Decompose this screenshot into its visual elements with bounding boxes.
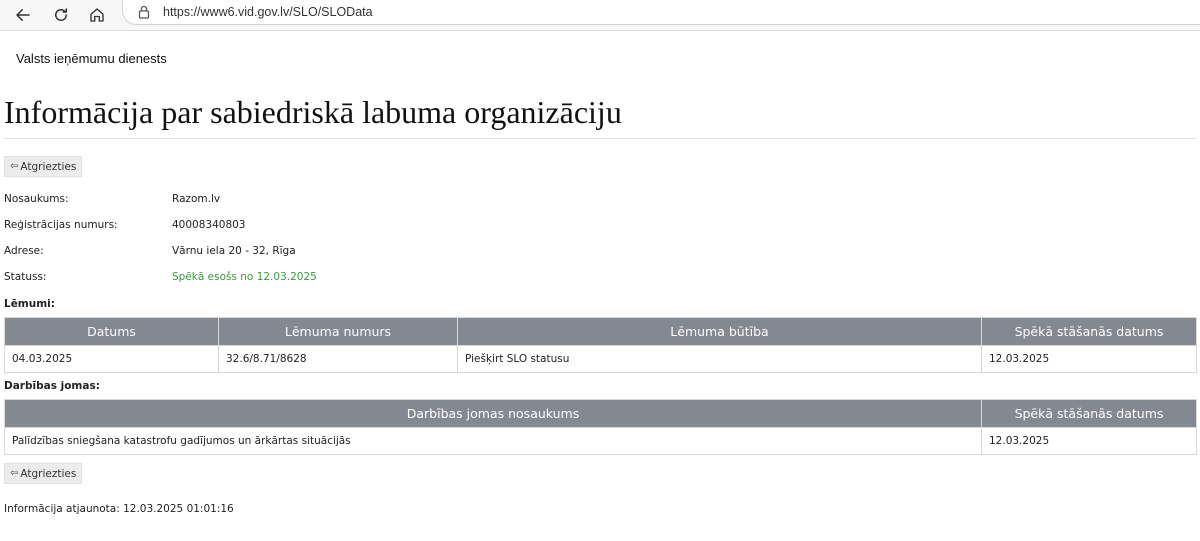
left-arrow-icon: ⇦ [10, 161, 19, 172]
back-button-label: Atgriezties [20, 160, 77, 173]
address-label: Adrese: [4, 245, 44, 257]
table-row: Palīdzības sniegšana katastrofu gadījumo… [4, 427, 1197, 455]
column-header: Datums [4, 317, 219, 346]
registration-value: 40008340803 [172, 219, 246, 231]
home-icon[interactable] [84, 2, 110, 28]
effective-date-cell: 12.03.2025 [981, 345, 1197, 373]
back-button-bottom[interactable]: ⇦ Atgriezties [4, 463, 83, 484]
decisions-header-row: Datums Lēmuma numurs Lēmuma būtība Spēkā… [4, 317, 1197, 346]
table-row: 04.03.2025 32.6/8.71/8628 Piešķirt SLO s… [4, 345, 1197, 373]
column-header: Spēkā stāšanās datums [981, 399, 1197, 428]
decision-date-cell: 04.03.2025 [4, 345, 219, 373]
back-button-label: Atgriezties [20, 467, 77, 480]
status-label: Statuss: [4, 271, 47, 283]
browser-toolbar: https://www6.vid.gov.lv/SLO/SLOData [0, 0, 1200, 31]
decisions-heading: Lēmumi: [4, 298, 55, 310]
url-text[interactable]: https://www6.vid.gov.lv/SLO/SLOData [163, 5, 373, 19]
effective-date-cell: 12.03.2025 [981, 427, 1197, 455]
back-arrow-icon[interactable] [10, 2, 36, 28]
column-header: Lēmuma numurs [218, 317, 458, 346]
status-value: Spēkā esošs no 12.03.2025 [172, 271, 317, 283]
name-value: Razom.lv [172, 193, 221, 205]
activities-heading: Darbības jomas: [4, 380, 100, 392]
last-updated: Informācija atjaunota: 12.03.2025 01:01:… [4, 503, 234, 515]
left-arrow-icon: ⇦ [10, 468, 19, 479]
reload-icon[interactable] [48, 2, 74, 28]
address-bar[interactable]: https://www6.vid.gov.lv/SLO/SLOData [122, 0, 1200, 25]
decision-number-cell: 32.6/8.71/8628 [218, 345, 458, 373]
back-button-top[interactable]: ⇦ Atgriezties [4, 156, 83, 177]
activity-name-cell: Palīdzības sniegšana katastrofu gadījumo… [4, 427, 982, 455]
address-value: Vārnu iela 20 - 32, Rīga [172, 245, 296, 257]
decision-essence-cell: Piešķirt SLO statusu [457, 345, 982, 373]
column-header: Spēkā stāšanās datums [981, 317, 1197, 346]
registration-label: Reģistrācijas numurs: [4, 219, 118, 231]
title-divider [4, 138, 1196, 139]
column-header: Darbības jomas nosaukums [4, 399, 982, 428]
decisions-table: Datums Lēmuma numurs Lēmuma būtība Spēkā… [4, 317, 1197, 373]
lock-icon[interactable] [136, 4, 152, 20]
name-label: Nosaukums: [4, 193, 69, 205]
activities-table: Darbības jomas nosaukums Spēkā stāšanās … [4, 399, 1197, 455]
activities-header-row: Darbības jomas nosaukums Spēkā stāšanās … [4, 399, 1197, 428]
agency-name: Valsts ieņēmumu dienests [16, 51, 167, 66]
page-title: Informācija par sabiedriskā labuma organ… [4, 94, 622, 130]
column-header: Lēmuma būtība [457, 317, 982, 346]
